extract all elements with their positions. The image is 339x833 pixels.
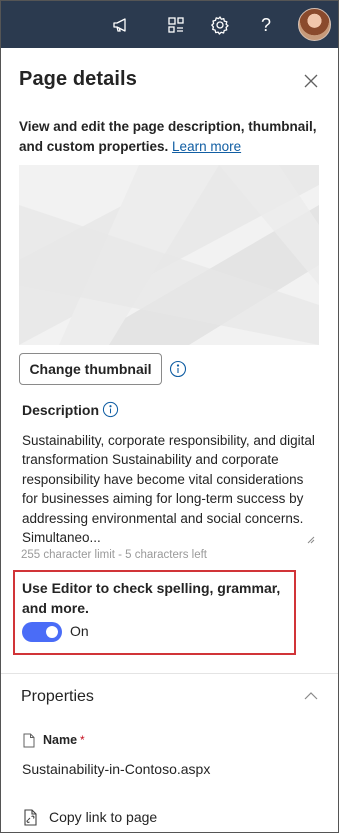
help-glyph: ? bbox=[260, 14, 271, 35]
required-marker: * bbox=[80, 733, 85, 747]
change-thumbnail-button[interactable]: Change thumbnail bbox=[19, 353, 162, 385]
section-divider bbox=[1, 673, 338, 674]
name-field-label-row: Name * bbox=[23, 731, 85, 749]
avatar[interactable] bbox=[298, 8, 331, 41]
close-icon[interactable] bbox=[301, 71, 321, 91]
description-value: Sustainability, corporate responsibility… bbox=[22, 433, 315, 546]
copy-link-button[interactable]: Copy link to page bbox=[23, 806, 157, 828]
megaphone-icon[interactable] bbox=[109, 13, 133, 37]
panel-title: Page details bbox=[19, 68, 137, 90]
description-info-icon[interactable] bbox=[102, 401, 120, 419]
editor-toggle-state: On bbox=[70, 623, 89, 639]
learn-more-link[interactable]: Learn more bbox=[172, 139, 241, 154]
description-label: Description bbox=[22, 402, 100, 418]
settings-gear-icon[interactable] bbox=[208, 13, 232, 37]
name-label: Name bbox=[43, 733, 78, 747]
properties-heading[interactable]: Properties bbox=[21, 688, 94, 706]
page-thumbnail bbox=[19, 165, 319, 345]
intro-description: View and edit the page description, thum… bbox=[19, 119, 317, 154]
name-value[interactable]: Sustainability-in-Contoso.aspx bbox=[22, 761, 210, 777]
copy-link-label: Copy link to page bbox=[49, 809, 158, 825]
copy-link-icon bbox=[24, 809, 37, 826]
chevron-up-icon[interactable] bbox=[303, 689, 319, 701]
app-switcher-icon[interactable] bbox=[164, 13, 188, 37]
toggle-knob bbox=[46, 626, 58, 638]
suite-bar: ? bbox=[1, 1, 338, 48]
document-icon bbox=[23, 733, 35, 747]
info-icon[interactable] bbox=[169, 360, 187, 378]
resize-handle-icon[interactable] bbox=[307, 536, 315, 544]
intro-text: View and edit the page description, thum… bbox=[19, 117, 324, 157]
editor-toggle[interactable] bbox=[22, 622, 62, 642]
editor-highlight-box: Use Editor to check spelling, grammar, a… bbox=[13, 570, 296, 655]
editor-toggle-label: Use Editor to check spelling, grammar, a… bbox=[22, 580, 281, 616]
character-limit-text: 255 character limit - 5 characters left bbox=[21, 549, 207, 561]
help-icon[interactable]: ? bbox=[254, 13, 278, 37]
description-textarea[interactable]: Sustainability, corporate responsibility… bbox=[19, 425, 319, 547]
